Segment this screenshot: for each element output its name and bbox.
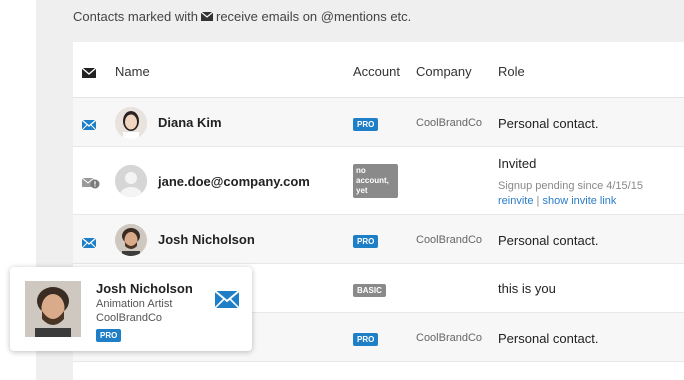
popup-avatar xyxy=(25,281,81,337)
account-badge: PRO xyxy=(353,235,379,248)
no-account-badge: no account, yet xyxy=(353,164,398,198)
mail-enabled-icon[interactable] xyxy=(81,235,97,253)
popup-company: CoolBrandCo xyxy=(96,312,163,324)
table-row[interactable]: Diana Kim PRO CoolBrandCo Personal conta… xyxy=(73,98,684,147)
company-cell: CoolBrandCo xyxy=(416,234,483,246)
role-cell: Personal contact. xyxy=(498,116,599,131)
header-envelope-icon xyxy=(81,66,97,81)
company-cell: CoolBrandCo xyxy=(416,332,483,344)
header-name[interactable]: Name xyxy=(115,64,150,79)
table-row[interactable]: jane.doe@company.com no account, yet Inv… xyxy=(73,147,684,215)
role-cell: Invited xyxy=(498,156,537,171)
mail-pending-icon xyxy=(81,176,100,194)
avatar[interactable] xyxy=(115,107,147,139)
envelope-icon xyxy=(201,12,213,21)
header-company[interactable]: Company xyxy=(416,64,472,79)
note-prefix: Contacts marked with xyxy=(73,9,198,24)
show-invite-link[interactable]: show invite link xyxy=(542,195,616,207)
mail-enabled-icon[interactable] xyxy=(81,117,97,135)
contact-name: Josh Nicholson xyxy=(158,232,255,247)
signup-status: Signup pending since 4/15/15 xyxy=(498,180,643,192)
popup-badge: PRO xyxy=(96,329,122,342)
avatar[interactable] xyxy=(115,224,147,256)
table-row[interactable]: Josh Nicholson PRO CoolBrandCo Personal … xyxy=(73,215,684,264)
contact-name: Diana Kim xyxy=(158,115,222,130)
invite-links: reinvite | show invite link xyxy=(498,195,616,207)
header-role[interactable]: Role xyxy=(498,64,525,79)
company-cell: CoolBrandCo xyxy=(416,117,483,129)
contact-email: jane.doe@company.com xyxy=(158,174,310,189)
table-header: Name Account Company Role xyxy=(73,42,684,98)
account-badge: PRO xyxy=(353,333,379,346)
popup-title: Animation Artist xyxy=(96,298,173,310)
role-cell: this is you xyxy=(498,281,556,296)
avatar-placeholder xyxy=(115,165,147,197)
mentions-note: Contacts marked with receive emails on @… xyxy=(73,9,411,24)
no-account-line-3: yet xyxy=(356,186,368,195)
note-suffix: receive emails on @mentions etc. xyxy=(216,9,412,24)
role-cell: Personal contact. xyxy=(498,233,599,248)
contact-hover-card[interactable]: Josh Nicholson Animation Artist CoolBran… xyxy=(10,267,252,351)
account-badge: BASIC xyxy=(353,284,386,297)
account-badge: PRO xyxy=(353,118,379,131)
no-account-line-2: account, xyxy=(356,176,389,185)
popup-name: Josh Nicholson xyxy=(96,281,193,296)
link-separator: | xyxy=(536,195,540,207)
role-cell: Personal contact. xyxy=(498,331,599,346)
no-account-line-1: no xyxy=(356,166,366,175)
header-account[interactable]: Account xyxy=(353,64,400,79)
send-email-icon[interactable] xyxy=(214,290,240,313)
reinvite-link[interactable]: reinvite xyxy=(498,195,533,207)
